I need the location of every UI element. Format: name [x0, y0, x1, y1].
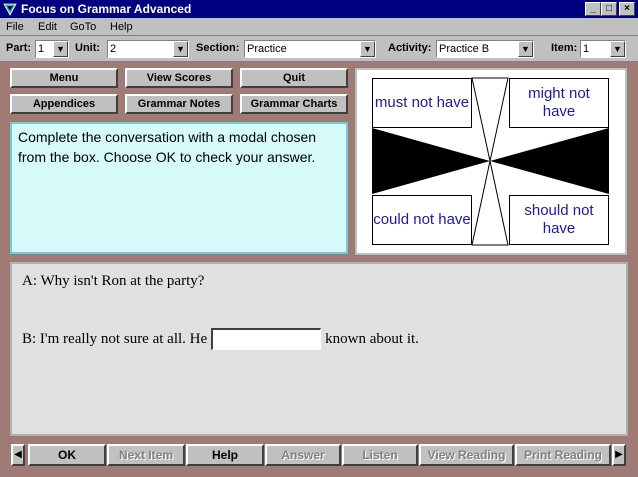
selector-toolbar: Part: 1 ▼ Unit: 2 ▼ Section: Practice ▼ …	[0, 36, 638, 62]
menu-edit[interactable]: Edit	[38, 20, 57, 34]
view-reading-button[interactable]: View Reading	[419, 444, 514, 466]
menu-button[interactable]: Menu	[10, 68, 118, 88]
section-value: Practice	[247, 43, 287, 55]
modal-option-might-not-have[interactable]: might not have	[509, 78, 609, 128]
title-bar: Focus on Grammar Advanced _ □ ×	[0, 0, 638, 18]
menu-help[interactable]: Help	[110, 20, 133, 34]
menu-goto[interactable]: GoTo	[70, 20, 96, 34]
dialogue-line-b: B: I'm really not sure at all. He known …	[22, 328, 419, 350]
ok-button[interactable]: OK	[28, 444, 106, 466]
modal-choice-box: must not have might not have could not h…	[354, 67, 628, 256]
dialogue-line-a: A: Why isn't Ron at the party?	[22, 273, 205, 289]
minimize-button[interactable]: _	[585, 2, 601, 16]
help-button[interactable]: Help	[186, 444, 264, 466]
maximize-button[interactable]: □	[601, 2, 617, 16]
window-title: Focus on Grammar Advanced	[21, 2, 192, 16]
chevron-down-icon[interactable]: ▼	[518, 41, 533, 57]
modal-option-should-not-have[interactable]: should not have	[509, 195, 609, 245]
item-label: Item:	[551, 42, 578, 54]
section-select[interactable]: Practice ▼	[244, 40, 376, 58]
part-select[interactable]: 1 ▼	[35, 40, 69, 58]
close-button[interactable]: ×	[619, 2, 635, 16]
unit-value: 2	[110, 43, 117, 55]
activity-select[interactable]: Practice B ▼	[436, 40, 534, 58]
next-arrow-icon[interactable]: ▶	[612, 444, 626, 466]
chevron-down-icon[interactable]: ▼	[610, 41, 625, 57]
item-value: 1	[583, 43, 590, 55]
part-value: 1	[38, 43, 45, 55]
chevron-down-icon[interactable]: ▼	[173, 41, 188, 57]
activity-value: Practice B	[439, 43, 490, 55]
section-label: Section:	[196, 42, 240, 54]
line-b-suffix: known about it.	[325, 331, 419, 347]
item-select[interactable]: 1 ▼	[580, 40, 626, 58]
grammar-charts-button[interactable]: Grammar Charts	[240, 94, 348, 114]
next-item-button[interactable]: Next Item	[107, 444, 185, 466]
part-label: Part:	[6, 42, 32, 54]
app-logo-icon	[3, 3, 17, 16]
instructions-panel: Complete the conversation with a modal c…	[10, 122, 348, 254]
view-scores-button[interactable]: View Scores	[125, 68, 233, 88]
menu-file[interactable]: File	[6, 20, 24, 34]
quit-button[interactable]: Quit	[240, 68, 348, 88]
unit-select[interactable]: 2 ▼	[107, 40, 189, 58]
line-b-prefix: B: I'm really not sure at all. He	[22, 331, 208, 347]
menu-bar: File Edit GoTo Help	[0, 18, 638, 36]
unit-label: Unit:	[75, 42, 101, 54]
listen-button[interactable]: Listen	[342, 444, 418, 466]
modal-option-could-not-have[interactable]: could not have	[372, 195, 472, 245]
chevron-down-icon[interactable]: ▼	[53, 41, 68, 57]
chevron-down-icon[interactable]: ▼	[360, 41, 375, 57]
grammar-notes-button[interactable]: Grammar Notes	[125, 94, 233, 114]
appendices-button[interactable]: Appendices	[10, 94, 118, 114]
modal-option-must-not-have[interactable]: must not have	[372, 78, 472, 128]
answer-input[interactable]	[211, 328, 322, 350]
previous-arrow-icon[interactable]: ◀	[11, 444, 25, 466]
activity-label: Activity:	[388, 42, 432, 54]
exercise-panel: A: Why isn't Ron at the party? B: I'm re…	[10, 262, 628, 436]
print-reading-button[interactable]: Print Reading	[515, 444, 611, 466]
answer-button[interactable]: Answer	[265, 444, 341, 466]
